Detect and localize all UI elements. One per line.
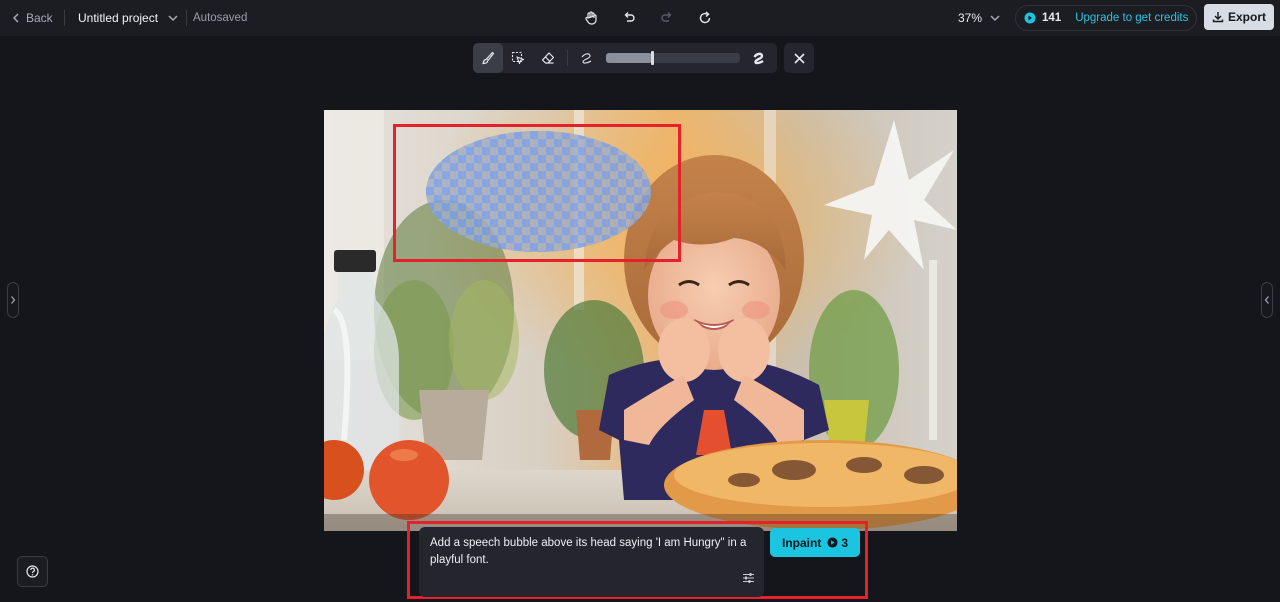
chevron-left-icon [12, 13, 19, 23]
brush-tool-button[interactable] [473, 43, 503, 73]
sliders-icon [743, 572, 754, 583]
redo-button[interactable] [656, 7, 678, 29]
chevron-left-icon [1264, 296, 1269, 304]
chevron-right-icon [11, 296, 16, 304]
autosave-status: Autosaved [193, 12, 248, 24]
credit-coin-icon [827, 537, 838, 548]
help-button[interactable] [17, 556, 48, 587]
back-label: Back [26, 11, 53, 25]
export-button[interactable]: Export [1204, 4, 1274, 30]
brush-size-small-button[interactable] [572, 43, 602, 73]
inpaint-label: Inpaint [781, 535, 822, 550]
thick-stroke-icon [753, 52, 764, 65]
chevron-down-icon [990, 15, 1000, 22]
highlight-mask-region [393, 124, 681, 262]
refresh-icon [699, 11, 711, 24]
smart-select-icon [511, 51, 525, 65]
zoom-level: 37% [958, 11, 983, 25]
eraser-icon [541, 52, 555, 64]
project-name: Untitled project [78, 11, 159, 25]
smart-select-tool-button[interactable] [503, 43, 533, 73]
brush-size-slider[interactable] [606, 51, 740, 65]
pan-hand-button[interactable] [580, 7, 602, 29]
inpaint-toolbar [473, 43, 777, 73]
zoom-dropdown[interactable]: 37% [958, 0, 1000, 36]
brush-size-fill [606, 53, 652, 63]
inpaint-prompt-field[interactable]: Add a speech bubble above its head sayin… [419, 527, 764, 597]
download-icon [1212, 12, 1224, 23]
undo-button[interactable] [618, 7, 640, 29]
back-button[interactable]: Back [12, 0, 53, 36]
brush-icon [482, 51, 495, 65]
credits-count: 141 [1042, 12, 1062, 24]
eraser-tool-button[interactable] [533, 43, 563, 73]
export-label: Export [1227, 10, 1266, 24]
inpaint-cost: 3 [827, 536, 848, 550]
divider [186, 10, 187, 26]
thin-stroke-icon [581, 53, 592, 64]
prompt-settings-button[interactable] [742, 572, 755, 590]
divider [567, 50, 568, 66]
close-icon [793, 52, 805, 64]
credits-pill: 141 Upgrade to get credits [1015, 5, 1197, 31]
prompt-text: Add a speech bubble above its head sayin… [430, 537, 747, 566]
inpaint-cost-value: 3 [841, 535, 848, 550]
close-inpaint-button[interactable] [784, 43, 814, 73]
help-icon [26, 565, 39, 578]
top-bar: Back Untitled project Autosaved 37% 141 … [0, 0, 1280, 36]
chevron-down-icon [168, 15, 178, 22]
brush-size-large-button[interactable] [744, 43, 774, 73]
inpaint-button[interactable]: Inpaint 3 [770, 528, 860, 557]
redo-icon [661, 12, 672, 22]
hand-icon [585, 11, 597, 25]
project-name-dropdown[interactable]: Untitled project [78, 0, 178, 36]
right-panel-toggle[interactable] [1261, 282, 1273, 318]
brush-size-handle[interactable] [650, 51, 654, 65]
left-panel-toggle[interactable] [7, 282, 19, 318]
history-tools [580, 0, 716, 36]
reset-button[interactable] [694, 7, 716, 29]
upgrade-link[interactable]: Upgrade to get credits [1075, 12, 1188, 24]
credit-coin-icon [1024, 12, 1036, 24]
divider [64, 10, 65, 26]
undo-icon [624, 12, 635, 22]
